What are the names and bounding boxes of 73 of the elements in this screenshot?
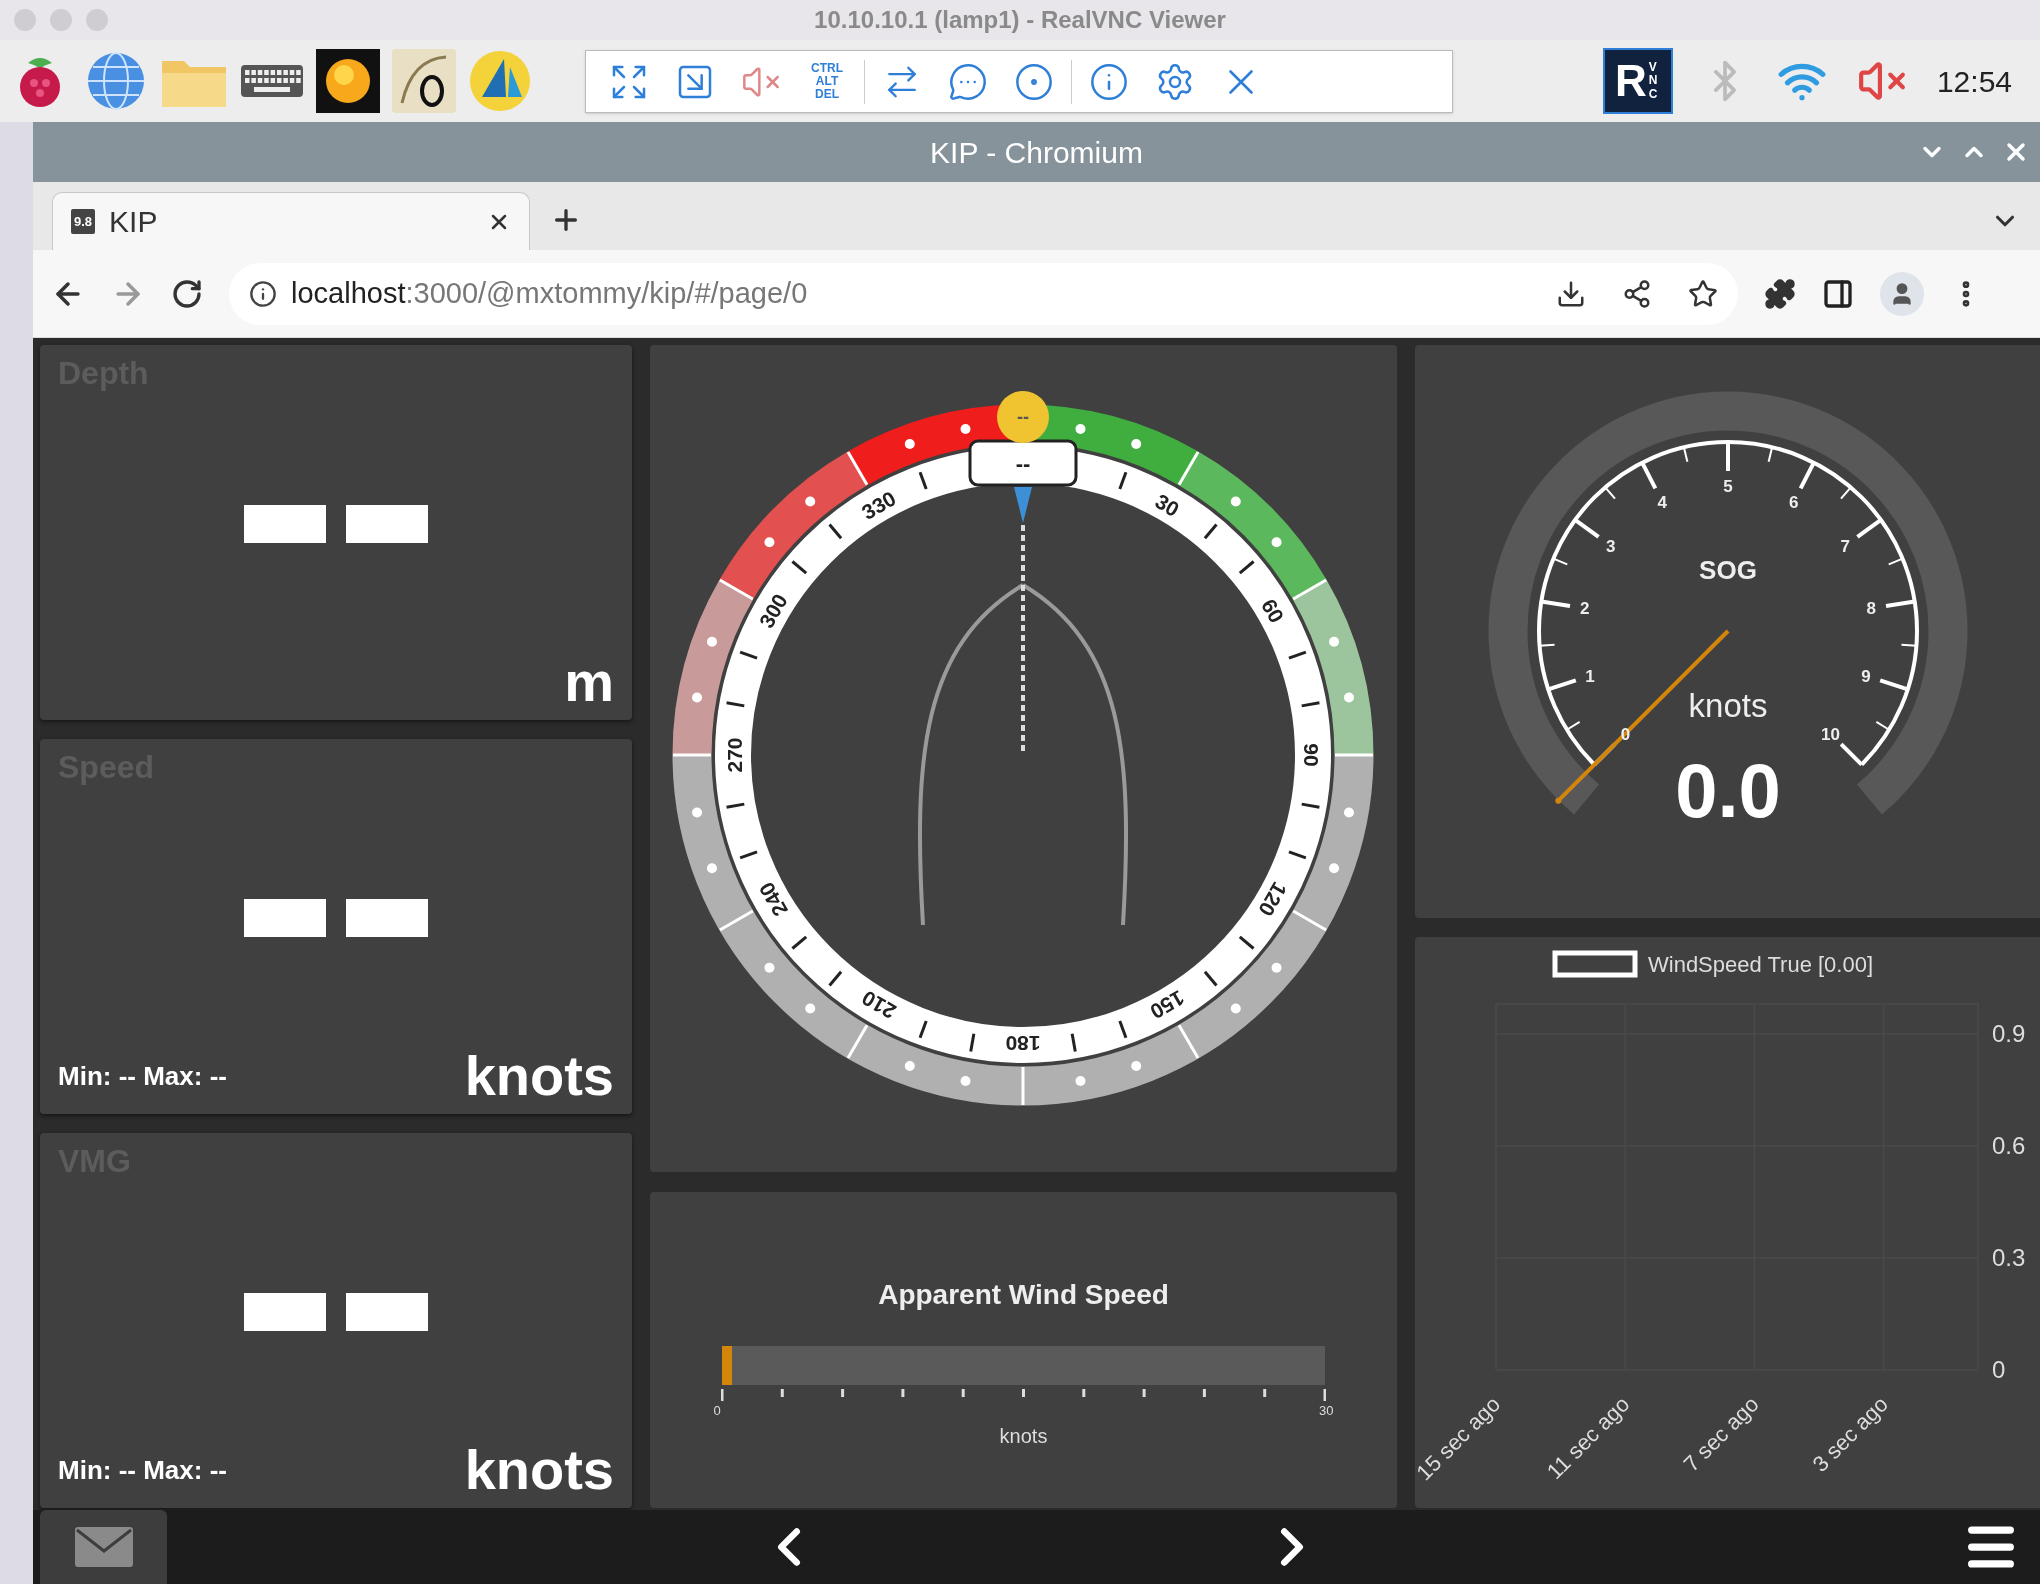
wind-marker <box>997 391 1049 443</box>
info-icon <box>1089 61 1129 102</box>
tick-label: 5 <box>1723 477 1733 496</box>
unit-label: knots <box>999 1423 1048 1449</box>
tick-label: 9 <box>1861 666 1871 686</box>
url-host: localhost <box>291 275 406 311</box>
heading-value: -- <box>1015 451 1031 476</box>
logo-letter: R <box>1615 59 1647 103</box>
tick-label: 1 <box>1585 666 1595 686</box>
gauge-unit: knots <box>1688 687 1768 724</box>
address-field[interactable]: localhost:3000/@mxtommy/kip/#/page/0 <box>229 262 1738 325</box>
chat-icon <box>948 61 988 102</box>
favicon: 9.8 <box>71 208 96 235</box>
record-icon <box>1014 61 1054 102</box>
sailboat-icon[interactable] <box>468 49 532 113</box>
drawing-tool-icon[interactable] <box>392 49 456 113</box>
wind-angle-value: -- <box>1017 407 1029 427</box>
legend-label: WindSpeed True [0.00] <box>1648 952 1874 977</box>
side-panel-icon[interactable] <box>1822 277 1854 310</box>
scale-min: 0 <box>713 1402 721 1420</box>
share-icon[interactable] <box>1622 278 1652 309</box>
min-max-text: Min: -- Max: -- <box>58 1060 227 1093</box>
scale-label: 300 <box>754 589 792 632</box>
window-title: 10.10.10.1 (lamp1) - RealVNC Viewer <box>814 5 1226 35</box>
scale-max: 30 <box>1319 1402 1334 1420</box>
y-tick-label: 0 <box>1992 1356 2006 1383</box>
y-tick-label: 0.6 <box>1992 1131 2026 1159</box>
profile-avatar[interactable] <box>1880 271 1924 316</box>
x-tick-label: 7 sec ago <box>1678 1391 1764 1477</box>
tick-label: 7 <box>1840 536 1851 556</box>
logo-text: VNC <box>1648 61 1659 101</box>
gauge-value: 0.0 <box>1675 748 1781 833</box>
panel-title: Apparent Wind Speed <box>878 1278 1169 1312</box>
scale-label: 270 <box>723 737 746 773</box>
reload-icon[interactable] <box>171 277 203 310</box>
tick-label: 4 <box>1657 492 1667 512</box>
scale-label: 30 <box>1151 489 1184 521</box>
extensions-icon[interactable] <box>1764 277 1796 310</box>
clock: 12:54 <box>1936 63 2012 100</box>
bookmark-star-icon[interactable] <box>1688 278 1718 309</box>
tick-label: 0 <box>1620 724 1631 744</box>
tick-label: 10 <box>1821 724 1840 744</box>
scale-label: 60 <box>1257 594 1289 627</box>
sun-icon[interactable] <box>316 49 380 113</box>
tick-label: 6 <box>1789 492 1799 512</box>
min-max-text: Min: -- Max: -- <box>58 1454 227 1487</box>
scale-label: 210 <box>857 986 900 1024</box>
unit-label: m <box>564 654 614 710</box>
gauge-title: SOG <box>1699 555 1757 585</box>
notifications-button[interactable] <box>40 1510 167 1584</box>
pointer-triangle <box>1014 487 1032 523</box>
scale-label: 180 <box>1005 1032 1041 1055</box>
unit-label: knots <box>464 1048 614 1104</box>
unit-label: knots <box>464 1442 614 1498</box>
scale-label: 240 <box>754 878 792 921</box>
y-tick-label: 0.9 <box>1992 1019 2026 1047</box>
scale-label: 150 <box>1146 986 1189 1024</box>
url-path: :3000/@mxtommy/kip/#/page/0 <box>405 275 808 311</box>
x-tick-label: 15 sec ago <box>1415 1391 1506 1486</box>
x-tick-label: 3 sec ago <box>1807 1391 1893 1477</box>
x-tick-label: 11 sec ago <box>1541 1391 1635 1485</box>
ctrl-alt-del-button[interactable]: CTRL ALT DEL <box>794 53 860 110</box>
browser-tab[interactable]: 9.8 KIP <box>52 192 530 250</box>
mail-icon <box>74 1527 133 1567</box>
tick-label: 2 <box>1580 599 1590 619</box>
scale-label: 120 <box>1254 878 1292 921</box>
scale-label: 90 <box>1300 743 1323 767</box>
scale-label: 330 <box>857 486 900 524</box>
tick-label: 8 <box>1866 599 1876 619</box>
tick-label: 3 <box>1605 536 1616 556</box>
y-tick-label: 0.3 <box>1992 1243 2026 1271</box>
info-icon[interactable] <box>249 279 277 308</box>
browser-title: KIP - Chromium <box>930 134 1143 171</box>
